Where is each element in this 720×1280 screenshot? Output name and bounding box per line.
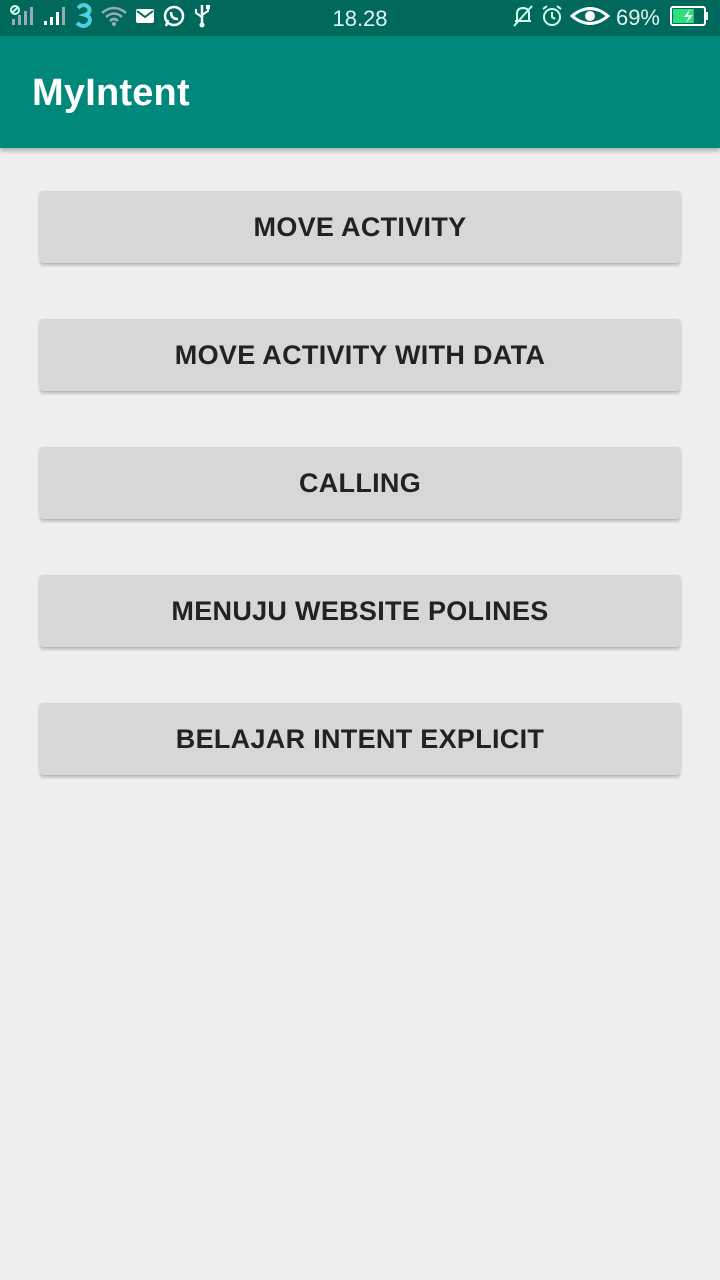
battery-percent: 69% — [615, 5, 660, 30]
notifications-off-icon — [512, 4, 534, 33]
calling-button[interactable]: CALLING — [40, 447, 680, 519]
app-title: MyIntent — [32, 72, 190, 114]
battery-charging-icon — [670, 5, 710, 32]
alarm-icon — [540, 4, 564, 33]
menuju-website-polines-button[interactable]: MENUJU WEBSITE POLINES — [40, 575, 680, 647]
move-activity-with-data-button[interactable]: MOVE ACTIVITY WITH DATA — [40, 319, 680, 391]
move-activity-button[interactable]: MOVE ACTIVITY — [40, 191, 680, 263]
eye-icon — [569, 5, 611, 32]
app-bar: MyIntent — [0, 36, 720, 148]
status-icons-right: 69% — [512, 4, 710, 32]
status-bar: 18.28 69% — [0, 0, 720, 36]
belajar-intent-explicit-button[interactable]: BELAJAR INTENT EXPLICIT — [40, 703, 680, 775]
